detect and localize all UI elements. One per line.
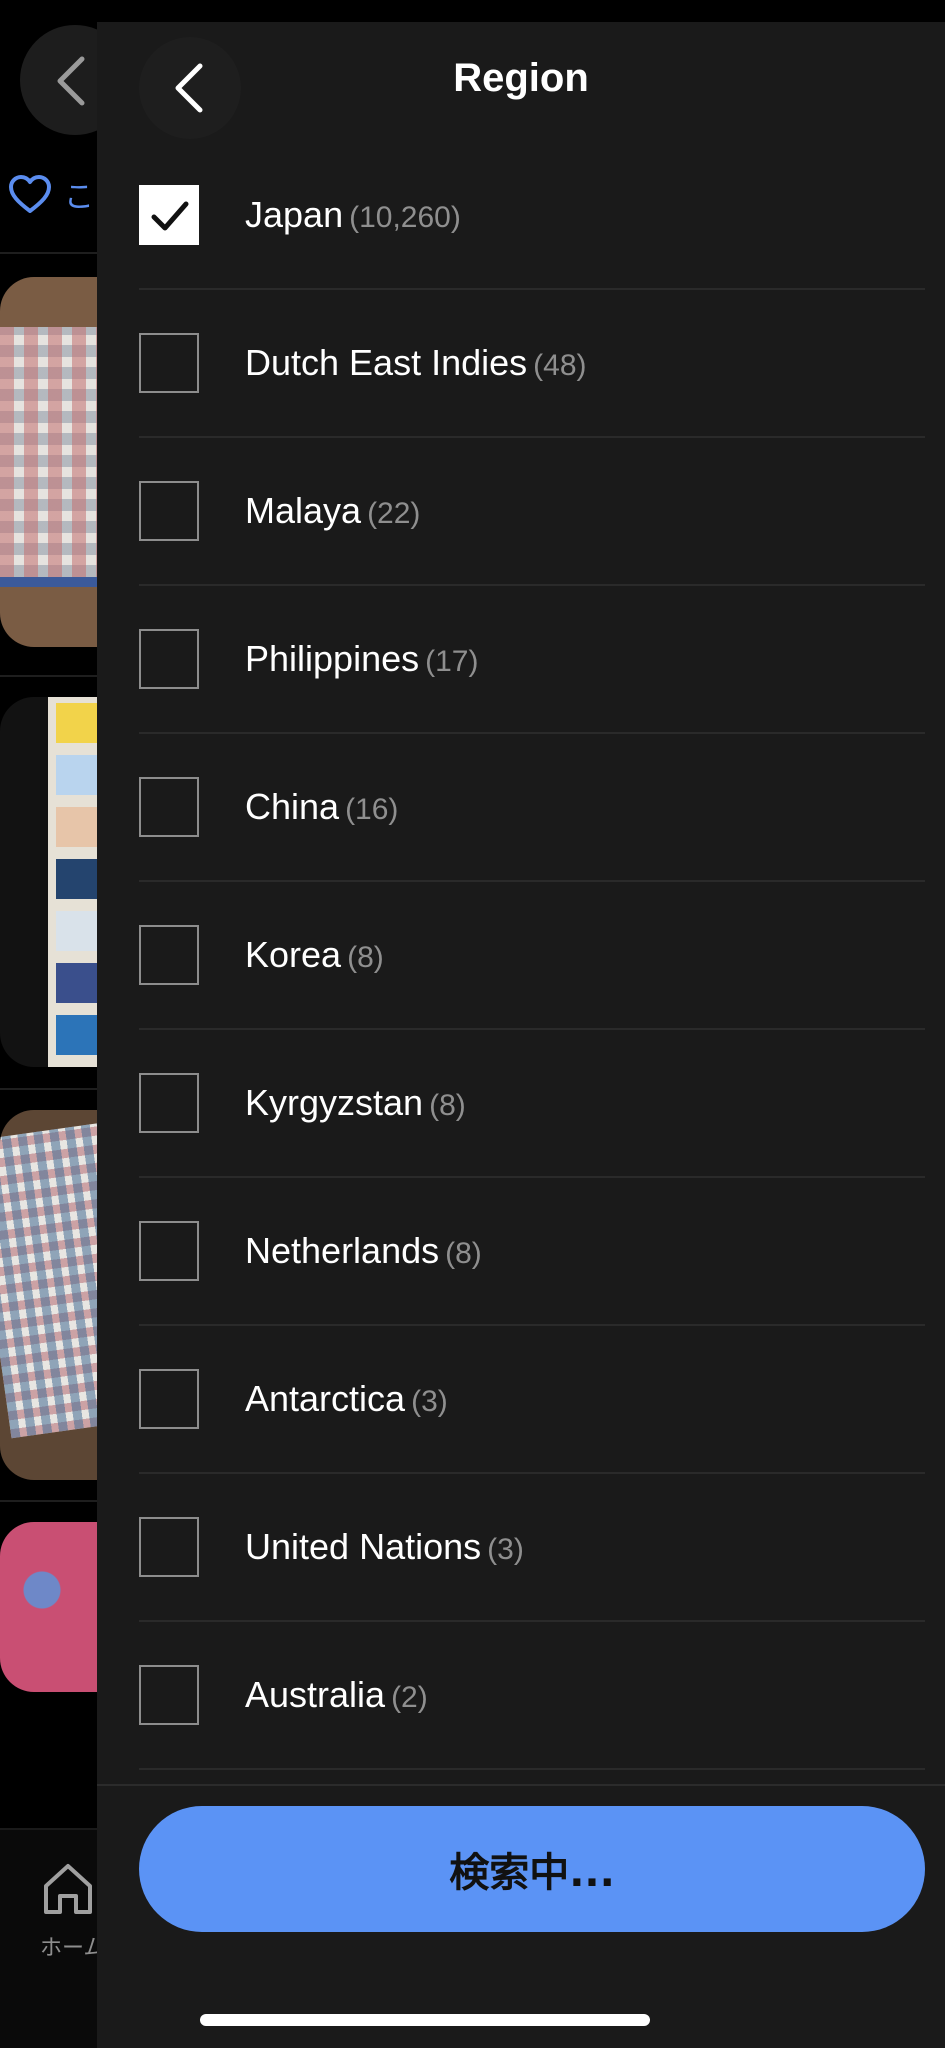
background-divider bbox=[0, 675, 100, 677]
page-title: Region bbox=[453, 56, 589, 100]
region-count: (17) bbox=[425, 645, 479, 678]
background-favorite-button[interactable]: こ bbox=[8, 172, 94, 216]
background-divider bbox=[0, 1500, 100, 1502]
background-favorite-label: こ bbox=[64, 180, 94, 215]
region-row-netherlands[interactable]: Netherlands (8) bbox=[139, 1178, 925, 1326]
region-checkbox[interactable] bbox=[139, 1665, 199, 1725]
sheet-footer: 検索中... bbox=[97, 1784, 945, 2048]
region-row-philippines[interactable]: Philippines (17) bbox=[139, 586, 925, 734]
region-checkbox[interactable] bbox=[139, 925, 199, 985]
app-screen: こ ホーム Region Japan (10,260) Dutch East I… bbox=[0, 0, 945, 2048]
region-label: Malaya (22) bbox=[245, 490, 420, 532]
region-label: China (16) bbox=[245, 786, 398, 828]
region-checkbox[interactable] bbox=[139, 777, 199, 837]
region-name: Netherlands bbox=[245, 1230, 440, 1271]
region-checkbox[interactable] bbox=[139, 1221, 199, 1281]
region-count: (10,260) bbox=[349, 201, 461, 234]
region-count: (2) bbox=[391, 1681, 428, 1714]
region-row-korea[interactable]: Korea (8) bbox=[139, 882, 925, 1030]
region-name: China bbox=[245, 786, 340, 827]
region-name: Philippines bbox=[245, 638, 420, 679]
region-count: (22) bbox=[367, 497, 421, 530]
tab-home-label: ホーム bbox=[40, 1936, 106, 1961]
region-label: Antarctica (3) bbox=[245, 1378, 448, 1420]
region-checkbox[interactable] bbox=[139, 629, 199, 689]
heart-icon bbox=[9, 175, 51, 213]
region-checkbox[interactable] bbox=[139, 1073, 199, 1133]
background-tab-bar: ホーム bbox=[0, 1828, 105, 2048]
region-row-kyrgyzstan[interactable]: Kyrgyzstan (8) bbox=[139, 1030, 925, 1178]
region-row-japan[interactable]: Japan (10,260) bbox=[139, 142, 925, 290]
region-row-malaya[interactable]: Malaya (22) bbox=[139, 438, 925, 586]
home-indicator bbox=[200, 2014, 650, 2026]
region-checkbox[interactable] bbox=[139, 333, 199, 393]
region-row-united-nations[interactable]: United Nations (3) bbox=[139, 1474, 925, 1622]
region-label: Japan (10,260) bbox=[245, 194, 461, 236]
region-row-china[interactable]: China (16) bbox=[139, 734, 925, 882]
region-count: (8) bbox=[347, 941, 384, 974]
region-label: United Nations (3) bbox=[245, 1526, 524, 1568]
region-label: Kyrgyzstan (8) bbox=[245, 1082, 466, 1124]
chevron-left-icon bbox=[57, 56, 85, 106]
region-row-australia[interactable]: Australia (2) bbox=[139, 1622, 925, 1770]
region-count: (8) bbox=[429, 1089, 466, 1122]
region-count: (16) bbox=[345, 793, 399, 826]
checkmark-icon bbox=[151, 201, 189, 231]
region-row-antarctica[interactable]: Antarctica (3) bbox=[139, 1326, 925, 1474]
region-label: Australia (2) bbox=[245, 1674, 428, 1716]
background-divider bbox=[0, 1088, 100, 1090]
region-checkbox[interactable] bbox=[139, 185, 199, 245]
region-name: Australia bbox=[245, 1674, 386, 1715]
region-list: Japan (10,260) Dutch East Indies (48) Mala… bbox=[139, 142, 925, 1770]
region-count: (3) bbox=[411, 1385, 448, 1418]
sheet-header: Region bbox=[97, 22, 945, 142]
home-icon[interactable] bbox=[40, 1860, 96, 1916]
region-name: Japan bbox=[245, 194, 344, 235]
region-row-dutch-east-indies[interactable]: Dutch East Indies (48) bbox=[139, 290, 925, 438]
region-label: Netherlands (8) bbox=[245, 1230, 482, 1272]
region-name: Kyrgyzstan bbox=[245, 1082, 424, 1123]
region-name: United Nations bbox=[245, 1526, 482, 1567]
region-filter-sheet: Region Japan (10,260) Dutch East Indies (4… bbox=[97, 22, 945, 2048]
region-count: (48) bbox=[533, 349, 587, 382]
background-divider bbox=[0, 252, 100, 254]
region-checkbox[interactable] bbox=[139, 1517, 199, 1577]
region-name: Antarctica bbox=[245, 1378, 406, 1419]
region-checkbox[interactable] bbox=[139, 481, 199, 541]
region-count: (3) bbox=[487, 1533, 524, 1566]
region-label: Philippines (17) bbox=[245, 638, 478, 680]
region-label: Dutch East Indies (48) bbox=[245, 342, 587, 384]
region-label: Korea (8) bbox=[245, 934, 384, 976]
region-name: Korea bbox=[245, 934, 342, 975]
region-checkbox[interactable] bbox=[139, 1369, 199, 1429]
region-name: Dutch East Indies bbox=[245, 342, 528, 383]
region-name: Malaya bbox=[245, 490, 362, 531]
search-button[interactable]: 検索中... bbox=[139, 1806, 925, 1932]
region-count: (8) bbox=[445, 1237, 482, 1270]
